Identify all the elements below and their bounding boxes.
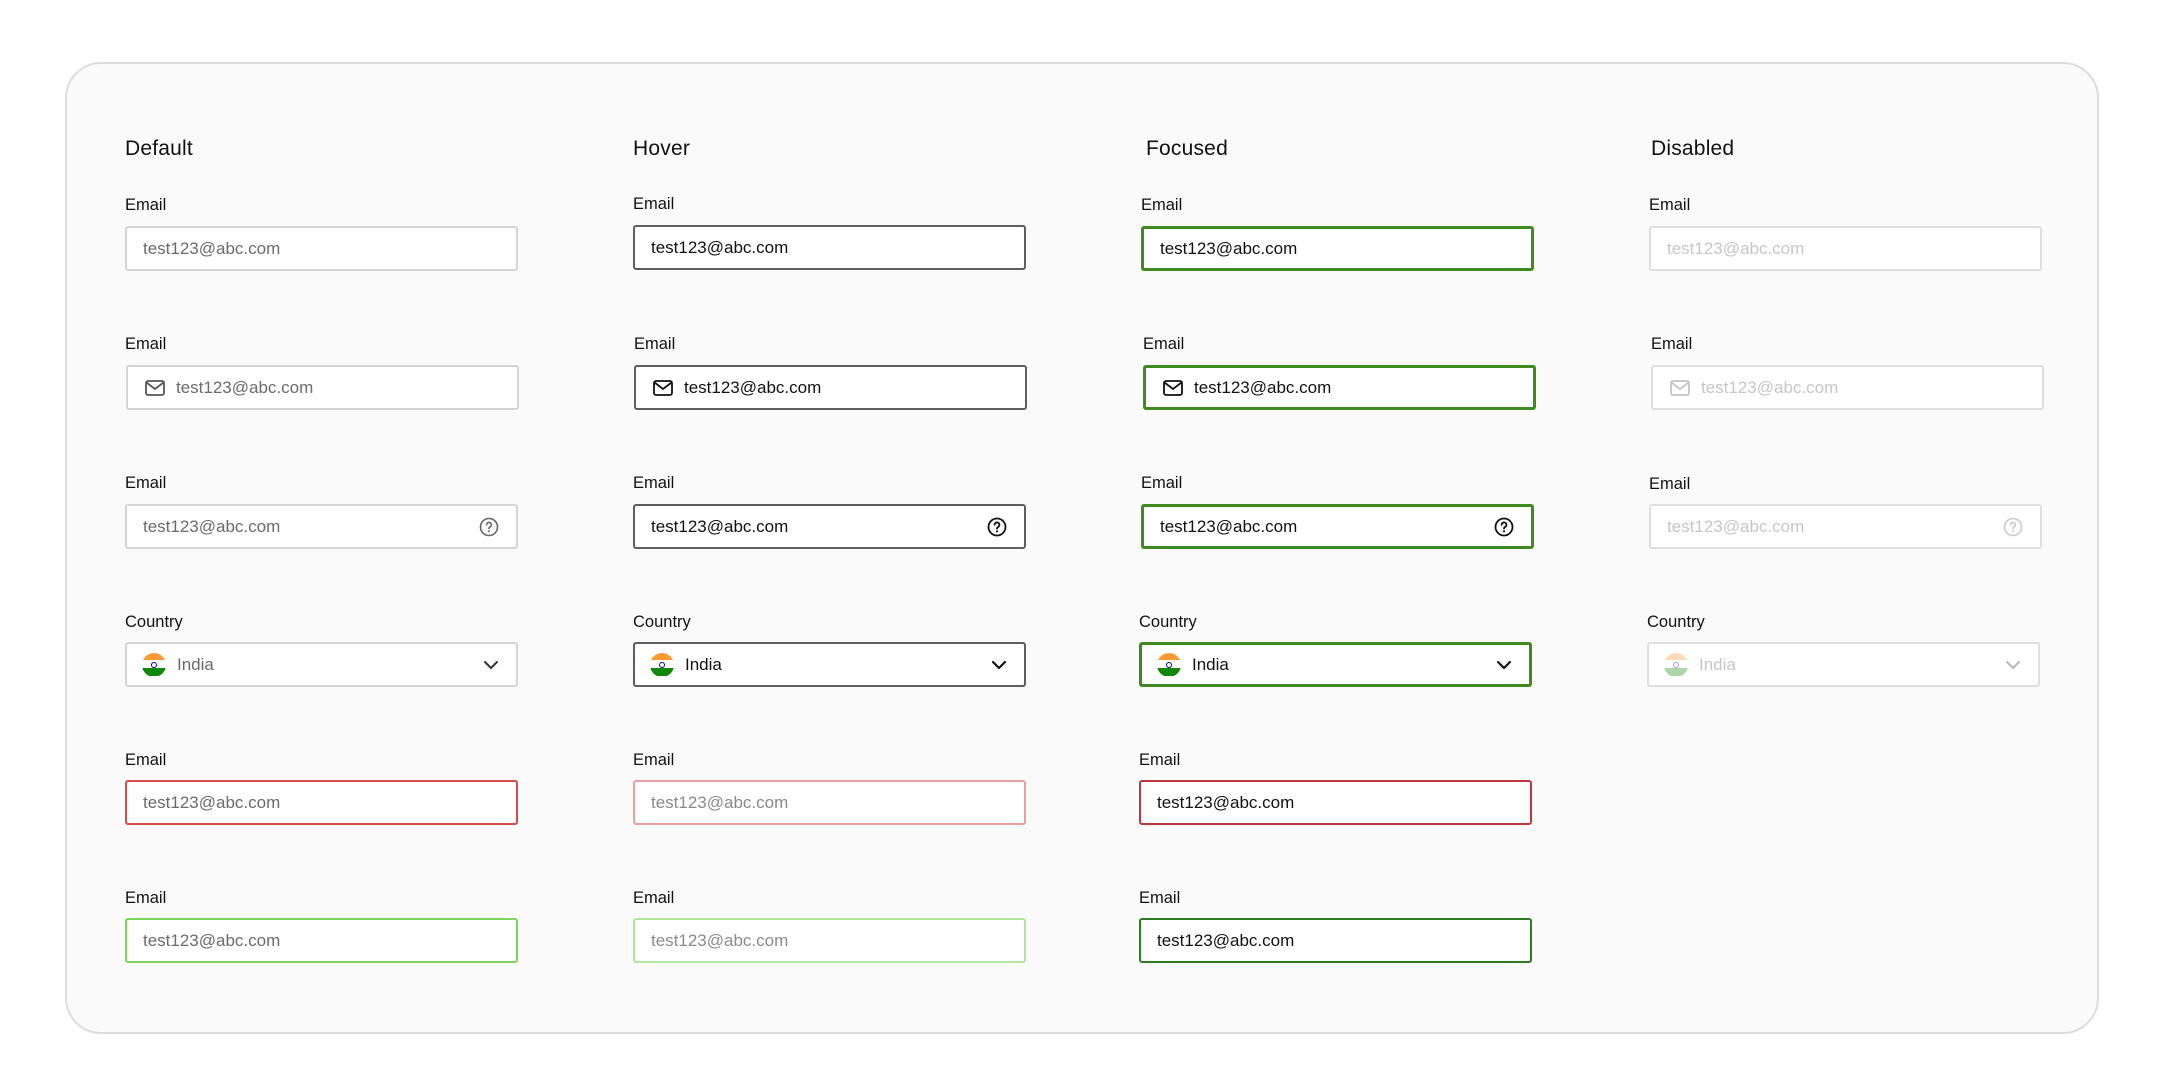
email-value: test123@abc.com (143, 516, 281, 536)
email-field-help-default[interactable]: test123@abc.com (125, 504, 518, 549)
heading-focused: Focused (1146, 137, 1228, 160)
email-label: Email (1139, 751, 1181, 769)
email-label: Email (125, 751, 167, 769)
email-field-error-focused[interactable]: test123@abc.com (1139, 780, 1532, 825)
mail-icon (652, 377, 674, 399)
country-label: Country (1139, 613, 1197, 631)
country-label: Country (125, 613, 183, 631)
help-circle-icon[interactable] (986, 516, 1008, 538)
email-value: test123@abc.com (1157, 792, 1295, 812)
email-label: Email (633, 889, 675, 907)
email-label: Email (1143, 335, 1185, 353)
email-label: Email (633, 751, 675, 769)
india-flag-icon (141, 652, 167, 678)
email-label: Email (633, 195, 675, 213)
help-circle-icon (2002, 516, 2024, 538)
country-value: India (1192, 654, 1229, 674)
email-value: test123@abc.com (143, 930, 281, 950)
email-field-help-focused[interactable]: test123@abc.com (1141, 504, 1534, 549)
mail-icon (1162, 377, 1184, 399)
country-label: Country (633, 613, 691, 631)
email-value: test123@abc.com (143, 792, 281, 812)
country-label: Country (1647, 613, 1705, 631)
email-value: test123@abc.com (143, 238, 281, 258)
email-field-icon-disabled: test123@abc.com (1651, 365, 2044, 410)
mail-icon (1669, 377, 1691, 399)
email-field-error-default[interactable]: test123@abc.com (125, 780, 518, 825)
email-field-disabled: test123@abc.com (1649, 226, 2042, 271)
email-value: test123@abc.com (651, 237, 789, 257)
country-value: India (1699, 654, 1736, 674)
email-label: Email (1141, 196, 1183, 214)
email-label: Email (125, 335, 167, 353)
email-value: test123@abc.com (1667, 238, 1805, 258)
email-value: test123@abc.com (1160, 516, 1298, 536)
country-select-hover[interactable]: India (633, 642, 1026, 687)
chevron-down-icon[interactable] (480, 654, 502, 676)
email-field-icon-hover[interactable]: test123@abc.com (634, 365, 1027, 410)
email-label: Email (1651, 335, 1693, 353)
email-field-focused[interactable]: test123@abc.com (1141, 226, 1534, 271)
india-flag-icon (649, 652, 675, 678)
email-field-success-default[interactable]: test123@abc.com (125, 918, 518, 963)
help-circle-icon[interactable] (478, 516, 500, 538)
help-circle-icon[interactable] (1493, 516, 1515, 538)
email-field-error-hover[interactable]: test123@abc.com (633, 780, 1026, 825)
email-value: test123@abc.com (651, 792, 789, 812)
chevron-down-icon[interactable] (1493, 654, 1515, 676)
email-value: test123@abc.com (684, 377, 822, 397)
email-value: test123@abc.com (1701, 377, 1839, 397)
email-value: test123@abc.com (176, 377, 314, 397)
heading-disabled: Disabled (1651, 137, 1735, 160)
email-label: Email (125, 889, 167, 907)
country-select-default[interactable]: India (125, 642, 518, 687)
email-field-help-hover[interactable]: test123@abc.com (633, 504, 1026, 549)
country-value: India (177, 654, 214, 674)
chevron-down-icon[interactable] (988, 654, 1010, 676)
email-label: Email (633, 474, 675, 492)
email-field-default[interactable]: test123@abc.com (125, 226, 518, 271)
email-field-hover[interactable]: test123@abc.com (633, 225, 1026, 270)
email-value: test123@abc.com (1157, 930, 1295, 950)
chevron-down-icon (2002, 654, 2024, 676)
email-value: test123@abc.com (1667, 516, 1805, 536)
mail-icon (144, 377, 166, 399)
country-select-focused[interactable]: India (1139, 642, 1532, 687)
email-value: test123@abc.com (1194, 377, 1332, 397)
email-label: Email (1649, 196, 1691, 214)
email-label: Email (634, 335, 676, 353)
email-label: Email (1649, 475, 1691, 493)
email-label: Email (125, 474, 167, 492)
email-label: Email (125, 196, 167, 214)
email-label: Email (1139, 889, 1181, 907)
email-field-success-focused[interactable]: test123@abc.com (1139, 918, 1532, 963)
heading-default: Default (125, 137, 193, 160)
email-field-icon-default[interactable]: test123@abc.com (126, 365, 519, 410)
india-flag-icon (1156, 652, 1182, 678)
email-value: test123@abc.com (1160, 238, 1298, 258)
email-field-success-hover[interactable]: test123@abc.com (633, 918, 1026, 963)
email-field-help-disabled: test123@abc.com (1649, 504, 2042, 549)
email-label: Email (1141, 474, 1183, 492)
country-select-disabled: India (1647, 642, 2040, 687)
country-value: India (685, 654, 722, 674)
email-field-icon-focused[interactable]: test123@abc.com (1143, 365, 1536, 410)
email-value: test123@abc.com (651, 516, 789, 536)
email-value: test123@abc.com (651, 930, 789, 950)
heading-hover: Hover (633, 137, 691, 160)
india-flag-icon (1663, 652, 1689, 678)
